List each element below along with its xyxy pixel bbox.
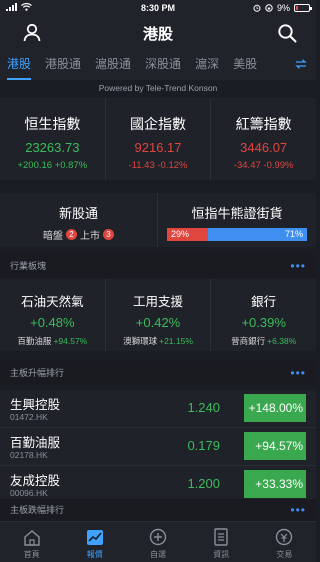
section-title: 主板升幅排行 xyxy=(10,368,65,378)
sector-change: +0.48% xyxy=(30,315,75,330)
page-title: 港股 xyxy=(142,26,173,43)
battery-percent: 9% xyxy=(276,3,290,13)
tab-shenzhen-connect[interactable]: 深股通 xyxy=(138,49,188,80)
tab-label: 報價 xyxy=(86,550,103,559)
index-name: 國企指數 xyxy=(130,116,186,132)
tab-label: 交易 xyxy=(276,550,293,559)
bottom-tab-bar: 首頁 報價 自選 資訊 交易 xyxy=(0,521,316,562)
cbbc-bull-segment: 29% xyxy=(167,228,208,241)
sector-panel: 石油天然氣 +0.48% 百勤油服 +94.57% 工用支援 +0.42% 澳獅環… xyxy=(0,279,316,351)
index-change: -11.43 -0.12% xyxy=(128,160,188,171)
stock-name: 百勤油服 xyxy=(10,436,61,450)
index-panel: 恒生指數 23263.73 +200.16 +0.87% 國企指數 9216.1… xyxy=(0,98,316,180)
more-icon[interactable]: ••• xyxy=(290,499,306,521)
index-hscci[interactable]: 紅籌指數 3446.07 -34.47 -0.99% xyxy=(210,98,316,180)
index-hsi[interactable]: 恒生指數 23263.73 +200.16 +0.87% xyxy=(0,98,105,180)
tab-shanghai-connect[interactable]: 滬股通 xyxy=(88,49,138,80)
sector-leader: 澳獅環球 xyxy=(123,336,158,346)
status-bar: 8:30 PM 9% xyxy=(0,0,316,16)
tab-home[interactable]: 首頁 xyxy=(0,522,63,562)
document-icon xyxy=(214,528,228,546)
tab-label: 首頁 xyxy=(23,550,40,559)
sector-leader-change: +94.57% xyxy=(53,336,88,346)
cbbc-card[interactable]: 恒指牛熊證街貨 29% 71% xyxy=(158,193,316,247)
stock-change-badge: +33.33% xyxy=(244,470,306,498)
ipo-cbbc-panel: 新股通 暗盤 2 上市 3 恒指牛熊證街貨 29% 71% xyxy=(0,193,316,247)
sector-change: +0.42% xyxy=(135,315,181,330)
tab-watchlist[interactable]: 自選 xyxy=(126,522,189,562)
losers-section-header: 主板跌幅排行 ••• xyxy=(0,499,316,521)
gainers-section-header: 主板升幅排行 ••• xyxy=(0,361,316,385)
sector-name: 銀行 xyxy=(251,295,277,309)
swap-icon[interactable] xyxy=(295,59,307,69)
sector-card[interactable]: 銀行 +0.39% 晉商銀行 +6.38% xyxy=(210,279,316,351)
sector-leader: 晉商銀行 xyxy=(231,336,266,346)
stock-code: 00096.HK xyxy=(10,488,48,498)
ipo-title: 新股通 xyxy=(58,206,98,221)
alarm-icon xyxy=(253,4,261,12)
stock-code: 02178.HK xyxy=(10,450,48,460)
tab-a-shares[interactable]: 滬深 xyxy=(188,49,226,80)
listing-count: 3 xyxy=(103,229,114,240)
more-icon[interactable]: ••• xyxy=(290,361,306,385)
market-tabs: 港股 港股通 滬股通 深股通 滬深 美股 xyxy=(0,49,316,80)
sector-card[interactable]: 工用支援 +0.42% 澳獅環球 +21.15% xyxy=(104,279,211,351)
sector-name: 工用支援 xyxy=(133,295,184,309)
chart-icon xyxy=(86,529,103,545)
stock-code: 01472.HK xyxy=(10,412,48,422)
sector-card[interactable]: 石油天然氣 +0.48% 百勤油服 +94.57% xyxy=(0,279,105,351)
stock-price: 1.200 xyxy=(187,476,220,491)
index-name: 紅籌指數 xyxy=(235,116,292,132)
tab-us-stocks[interactable]: 美股 xyxy=(226,49,264,80)
sector-section-header: 行業板塊 ••• xyxy=(0,254,316,278)
powered-by: Powered by Tele-Trend Konson xyxy=(0,80,316,97)
tab-news[interactable]: 資訊 xyxy=(190,522,253,562)
more-icon[interactable]: ••• xyxy=(290,254,306,278)
app-header: 港股 xyxy=(0,16,316,49)
rotation-lock-icon xyxy=(265,4,273,12)
stock-change-badge: +148.00% xyxy=(244,394,306,422)
battery-icon xyxy=(294,4,312,12)
index-name: 恒生指數 xyxy=(24,116,81,132)
stock-price: 0.179 xyxy=(187,438,220,453)
index-value: 23263.73 xyxy=(25,140,80,155)
stock-name: 生興控股 xyxy=(10,398,61,412)
sector-leader-change: +21.15% xyxy=(159,336,193,346)
tab-hk-stocks[interactable]: 港股 xyxy=(0,49,38,80)
grey-market-count: 2 xyxy=(66,229,77,240)
stock-price: 1.240 xyxy=(187,400,220,415)
tab-southbound[interactable]: 港股通 xyxy=(38,49,88,80)
search-icon[interactable] xyxy=(276,22,298,44)
cbbc-bear-segment: 71% xyxy=(207,228,307,241)
sector-leader-change: +6.38% xyxy=(267,336,297,346)
index-change: -34.47 -0.99% xyxy=(233,160,294,171)
section-title: 行業板塊 xyxy=(10,261,47,271)
sector-name: 石油天然氣 xyxy=(21,295,84,309)
stock-change-badge: +94.57% xyxy=(244,432,306,460)
cbbc-ratio-bar: 29% 71% xyxy=(167,228,307,241)
list-item[interactable]: 百勤油服 02178.HK 0.179 +94.57% xyxy=(0,428,316,466)
list-item[interactable]: 生興控股 01472.HK 1.240 +148.00% xyxy=(0,390,316,428)
sector-leader: 百勤油服 xyxy=(17,336,52,346)
add-circle-icon xyxy=(149,528,167,546)
stock-name: 友成控股 xyxy=(10,474,61,488)
listing-label: 上市 xyxy=(80,231,100,242)
cbbc-title: 恒指牛熊證街貨 xyxy=(191,206,283,221)
tab-label: 自選 xyxy=(150,550,166,559)
gainers-list: 生興控股 01472.HK 1.240 +148.00% 百勤油服 02178.… xyxy=(0,390,316,504)
index-value: 3446.07 xyxy=(240,140,288,155)
tab-quotes[interactable]: 報價 xyxy=(63,522,126,562)
index-change: +200.16 +0.87% xyxy=(17,160,88,171)
index-value: 9216.17 xyxy=(134,140,182,155)
sector-change: +0.39% xyxy=(241,315,286,330)
section-title: 主板跌幅排行 xyxy=(10,505,65,515)
index-hscei[interactable]: 國企指數 9216.17 -11.43 -0.12% xyxy=(104,98,211,180)
tab-trade[interactable]: 交易 xyxy=(253,522,316,562)
trade-icon xyxy=(276,528,293,546)
grey-market-label: 暗盤 xyxy=(43,231,63,242)
ipo-card[interactable]: 新股通 暗盤 2 上市 3 xyxy=(0,193,158,247)
tab-label: 資訊 xyxy=(213,550,230,559)
home-icon xyxy=(23,529,40,546)
